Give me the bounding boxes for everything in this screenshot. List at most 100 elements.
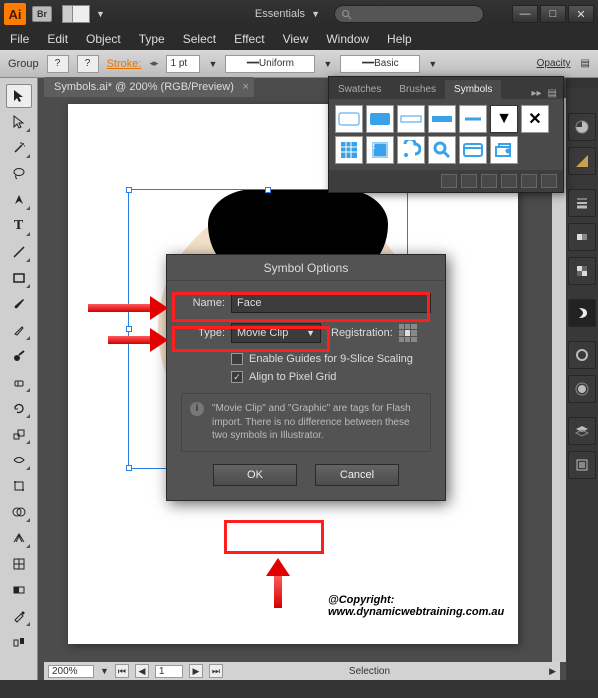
stroke-link[interactable]: Stroke: bbox=[107, 58, 142, 70]
lasso-tool[interactable] bbox=[6, 162, 32, 186]
chevron-down-icon[interactable]: ▼ bbox=[323, 59, 332, 69]
align-pixel-checkbox[interactable]: ✓ bbox=[231, 371, 243, 383]
line-tool[interactable] bbox=[6, 240, 32, 264]
symbol-item[interactable] bbox=[459, 136, 487, 164]
tab-brushes[interactable]: Brushes bbox=[390, 80, 445, 99]
menu-effect[interactable]: Effect bbox=[234, 32, 264, 46]
close-button[interactable]: ✕ bbox=[568, 5, 594, 23]
symbol-item[interactable] bbox=[366, 136, 394, 164]
cancel-button[interactable]: Cancel bbox=[315, 464, 399, 486]
chevron-down-icon[interactable]: ▼ bbox=[208, 59, 217, 69]
chevron-down-icon[interactable]: ▼ bbox=[428, 59, 437, 69]
menu-object[interactable]: Object bbox=[86, 32, 121, 46]
artboard-number-input[interactable]: 1 bbox=[155, 665, 183, 678]
stroke-swatch[interactable]: ? bbox=[77, 55, 99, 73]
type-dropdown[interactable]: Movie Clip▼ bbox=[231, 323, 321, 343]
menu-file[interactable]: File bbox=[10, 32, 29, 46]
selection-tool[interactable] bbox=[6, 84, 32, 108]
graphic-styles-panel-icon[interactable] bbox=[568, 375, 596, 403]
name-field[interactable] bbox=[231, 293, 431, 313]
maximize-button[interactable]: □ bbox=[540, 5, 566, 23]
symbol-item[interactable] bbox=[428, 105, 456, 133]
gradient-tool[interactable] bbox=[6, 578, 32, 602]
direct-selection-tool[interactable] bbox=[6, 110, 32, 134]
status-menu-icon[interactable]: ▶ bbox=[549, 666, 556, 677]
transparency-panel-icon[interactable] bbox=[568, 257, 596, 285]
stroke-weight-input[interactable]: 1 pt bbox=[166, 55, 200, 73]
zoom-input[interactable]: 200% bbox=[48, 665, 94, 678]
blob-brush-tool[interactable] bbox=[6, 344, 32, 368]
arrange-documents-icon[interactable] bbox=[62, 5, 90, 23]
color-panel-icon[interactable] bbox=[568, 113, 596, 141]
break-link-icon[interactable] bbox=[481, 174, 497, 188]
pencil-tool[interactable] bbox=[6, 318, 32, 342]
blend-tool[interactable] bbox=[6, 630, 32, 654]
free-transform-tool[interactable] bbox=[6, 474, 32, 498]
type-tool[interactable]: T bbox=[6, 214, 32, 238]
collapse-panel-icon[interactable]: ▸▸ bbox=[532, 88, 542, 99]
rotate-tool[interactable] bbox=[6, 396, 32, 420]
rectangle-tool[interactable] bbox=[6, 266, 32, 290]
fill-swatch[interactable]: ? bbox=[47, 55, 69, 73]
artboards-panel-icon[interactable] bbox=[568, 451, 596, 479]
symbol-item[interactable] bbox=[335, 105, 363, 133]
place-symbol-icon[interactable] bbox=[461, 174, 477, 188]
next-artboard-button[interactable]: ▶ bbox=[189, 664, 203, 678]
ok-button[interactable]: OK bbox=[213, 464, 297, 486]
panel-menu-icon[interactable]: ▤ bbox=[581, 58, 590, 69]
prev-artboard-button[interactable]: ◀ bbox=[135, 664, 149, 678]
eyedropper-tool[interactable] bbox=[6, 604, 32, 628]
first-artboard-button[interactable]: ⏮ bbox=[115, 664, 129, 678]
symbol-item[interactable] bbox=[397, 136, 425, 164]
tab-symbols[interactable]: Symbols bbox=[445, 80, 501, 99]
symbol-item[interactable]: ✕ bbox=[521, 105, 549, 133]
menu-help[interactable]: Help bbox=[387, 32, 412, 46]
chevron-down-icon[interactable]: ▼ bbox=[100, 666, 109, 676]
panel-menu-icon[interactable]: ▤ bbox=[548, 88, 557, 99]
chevron-down-icon[interactable]: ▼ bbox=[96, 9, 105, 19]
tab-swatches[interactable]: Swatches bbox=[329, 80, 390, 99]
eraser-tool[interactable] bbox=[6, 370, 32, 394]
layers-panel-icon[interactable] bbox=[568, 417, 596, 445]
appearance-panel-icon[interactable] bbox=[568, 341, 596, 369]
stroke-panel-icon[interactable] bbox=[568, 189, 596, 217]
symbols-panel-icon[interactable] bbox=[568, 299, 596, 327]
registration-grid[interactable] bbox=[399, 324, 417, 342]
stroke-profile-dropdown[interactable]: ━━ Uniform bbox=[225, 55, 315, 73]
search-input[interactable] bbox=[334, 5, 484, 23]
stroke-stepper[interactable]: ◂▸ bbox=[149, 58, 158, 69]
paintbrush-tool[interactable] bbox=[6, 292, 32, 316]
opacity-link[interactable]: Opacity bbox=[537, 58, 571, 69]
enable-guides-checkbox[interactable] bbox=[231, 353, 243, 365]
color-guide-panel-icon[interactable] bbox=[568, 147, 596, 175]
pen-tool[interactable] bbox=[6, 188, 32, 212]
symbol-item[interactable] bbox=[490, 136, 518, 164]
symbol-item[interactable] bbox=[335, 136, 363, 164]
new-symbol-icon[interactable] bbox=[521, 174, 537, 188]
chevron-down-icon[interactable]: ▼ bbox=[311, 9, 320, 19]
document-tab[interactable]: Symbols.ai* @ 200% (RGB/Preview) × bbox=[44, 77, 254, 97]
workspace-switcher[interactable]: Essentials bbox=[255, 8, 305, 20]
bridge-icon[interactable]: Br bbox=[32, 6, 52, 22]
scale-tool[interactable] bbox=[6, 422, 32, 446]
delete-symbol-icon[interactable] bbox=[541, 174, 557, 188]
minimize-button[interactable]: — bbox=[512, 5, 538, 23]
menu-edit[interactable]: Edit bbox=[47, 32, 68, 46]
symbol-libraries-icon[interactable] bbox=[441, 174, 457, 188]
width-tool[interactable] bbox=[6, 448, 32, 472]
mesh-tool[interactable] bbox=[6, 552, 32, 576]
gradient-panel-icon[interactable] bbox=[568, 223, 596, 251]
magic-wand-tool[interactable] bbox=[6, 136, 32, 160]
menu-window[interactable]: Window bbox=[326, 32, 369, 46]
brush-dropdown[interactable]: ━━ Basic bbox=[340, 55, 420, 73]
menu-type[interactable]: Type bbox=[139, 32, 165, 46]
symbol-options-icon[interactable] bbox=[501, 174, 517, 188]
symbol-item[interactable]: ▼ bbox=[490, 105, 518, 133]
shape-builder-tool[interactable] bbox=[6, 500, 32, 524]
last-artboard-button[interactable]: ⏭ bbox=[209, 664, 223, 678]
close-tab-icon[interactable]: × bbox=[242, 81, 248, 93]
menu-view[interactable]: View bbox=[283, 32, 309, 46]
symbol-item[interactable] bbox=[459, 105, 487, 133]
perspective-grid-tool[interactable] bbox=[6, 526, 32, 550]
symbol-item[interactable] bbox=[397, 105, 425, 133]
